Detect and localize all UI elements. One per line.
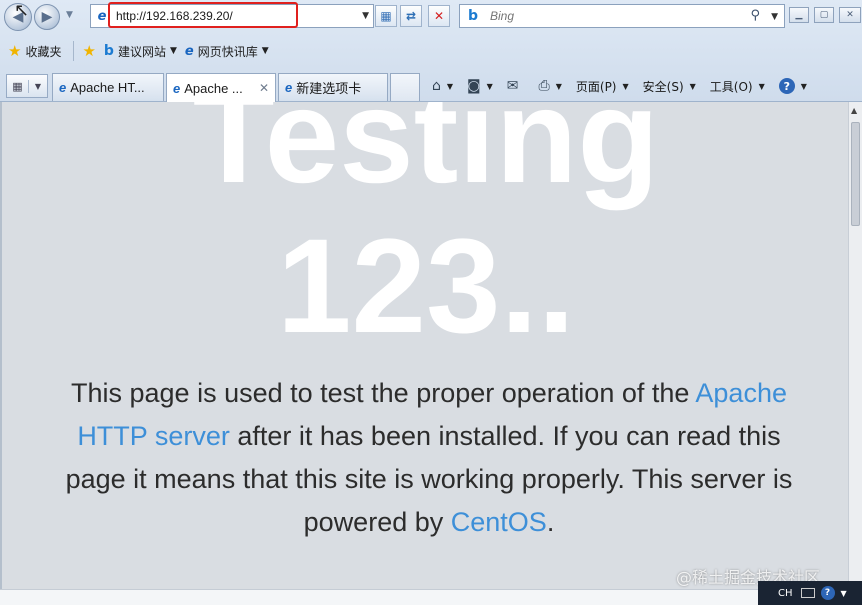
tab-label: 新建选项卡	[296, 81, 362, 96]
safety-menu[interactable]: 安全(S) ▼	[643, 78, 696, 95]
chevron-down-icon: ▼	[169, 46, 177, 56]
mail-icon: ✉	[506, 78, 519, 94]
paragraph-text-1: This page is used to test the proper ope…	[71, 378, 690, 408]
page-menu-label: 页面(P)	[575, 79, 617, 94]
tab-label: Apache ...	[184, 80, 243, 96]
tab-apache-2-active[interactable]: e Apache ... ✕	[166, 73, 276, 102]
favorites-item-suggested-sites[interactable]: b 建议网站 ▼	[104, 40, 177, 62]
mail-button[interactable]: ✉	[507, 78, 525, 94]
chevron-down-icon: ▼	[555, 81, 562, 91]
refresh-button[interactable]: ⇄	[400, 5, 422, 27]
page-heading-line2: 123..	[276, 212, 576, 361]
tools-menu-label: 工具(O)	[709, 79, 753, 94]
add-favorite-icon[interactable]: ★	[82, 42, 95, 60]
favorites-bar: ★ 收藏夹 ★ b 建议网站 ▼ e 网页快讯库 ▼	[0, 36, 862, 66]
tab-label: Apache HT...	[70, 80, 145, 95]
quick-tabs-button[interactable]: ▦ ▼	[6, 74, 48, 98]
favorites-item-label: 网页快讯库	[197, 44, 258, 59]
address-url[interactable]: http://192.168.239.20/	[116, 9, 233, 23]
vertical-scrollbar[interactable]: ▲	[848, 102, 862, 589]
search-input[interactable]	[490, 9, 730, 23]
ie-page-icon: e	[173, 80, 181, 96]
close-window-button[interactable]: ✕	[839, 7, 861, 23]
tray-chevron-down-icon[interactable]: ▼	[841, 589, 847, 598]
ie-page-icon: e	[184, 43, 194, 59]
status-bar	[0, 589, 862, 605]
keyboard-icon[interactable]	[800, 588, 815, 598]
bing-icon: b	[468, 8, 479, 24]
forward-arrow-icon: ▶	[41, 9, 53, 25]
tab-new-tab[interactable]: e 新建选项卡	[278, 73, 388, 101]
stop-button[interactable]: ✕	[428, 5, 450, 27]
help-menu[interactable]: ? ▼	[778, 78, 807, 94]
paragraph-period: .	[546, 507, 555, 537]
chevron-down-icon: ▼	[622, 81, 629, 91]
home-button[interactable]: ⌂ ▼	[432, 78, 453, 94]
chevron-down-icon: ▼	[800, 81, 807, 91]
ie-page-icon: e	[59, 80, 67, 95]
favorites-divider	[73, 41, 75, 61]
history-dropdown-icon[interactable]: ▼	[66, 10, 73, 20]
chevron-down-icon: ▼	[689, 81, 696, 91]
page-paragraph: This page is used to test the proper ope…	[60, 372, 798, 544]
page-heading-line1: Testing	[192, 102, 660, 211]
print-icon: ⎙	[538, 78, 550, 94]
quick-tabs-grid-icon: ▦	[7, 79, 29, 93]
feeds-button[interactable]: ◙ ▼	[467, 78, 493, 94]
minimize-button[interactable]: ▁	[789, 7, 809, 23]
tools-menu[interactable]: 工具(O) ▼	[710, 78, 765, 95]
tab-list-dropdown-icon[interactable]: ▼	[29, 82, 47, 91]
tab-apache-1[interactable]: e Apache HT...	[52, 73, 164, 101]
favorites-item-label: 建议网站	[117, 44, 166, 59]
ie-page-icon: e	[285, 80, 293, 95]
language-indicator[interactable]: CH	[778, 588, 793, 599]
safety-menu-label: 安全(S)	[642, 79, 684, 94]
scrollbar-thumb[interactable]	[851, 122, 860, 226]
chevron-down-icon: ▼	[486, 81, 493, 91]
compatibility-view-button[interactable]: ▦	[375, 5, 397, 27]
close-tab-icon[interactable]: ✕	[259, 81, 269, 95]
home-icon: ⌂	[432, 78, 441, 94]
help-icon: ?	[778, 78, 795, 94]
print-button[interactable]: ⎙ ▼	[539, 78, 562, 94]
browser-chrome: ◀ ▶ ▼ e http://192.168.239.20/ ▼ ▦ ⇄ ✕ b…	[0, 0, 862, 102]
refresh-icon: ⇄	[405, 9, 417, 23]
page-menu[interactable]: 页面(P) ▼	[576, 78, 629, 95]
ie-page-icon: e	[97, 8, 107, 24]
stop-icon: ✕	[433, 9, 445, 23]
search-icon[interactable]: ⚲	[750, 8, 760, 23]
navigation-bar: ◀ ▶ ▼ e http://192.168.239.20/ ▼ ▦ ⇄ ✕ b…	[0, 0, 862, 34]
page-content: Testing 123.. This page is used to test …	[0, 102, 848, 589]
rss-feed-icon: ◙	[467, 78, 481, 94]
tab-row: ▦ ▼ e Apache HT... e Apache ... ✕ e 新建选项…	[0, 70, 862, 102]
system-tray: CH ? ▼	[758, 581, 862, 605]
tray-help-icon[interactable]: ?	[820, 586, 835, 600]
centos-link[interactable]: CentOS	[451, 507, 547, 537]
favorites-item-web-slice-gallery[interactable]: e 网页快讯库 ▼	[185, 40, 269, 62]
chevron-down-icon: ▼	[758, 81, 765, 91]
scroll-up-icon[interactable]: ▲	[851, 106, 857, 115]
forward-button[interactable]: ▶	[34, 4, 60, 30]
address-bar[interactable]: e http://192.168.239.20/ ▼	[90, 4, 374, 28]
mouse-cursor-icon: ↖	[14, 0, 30, 21]
favorites-button[interactable]: ★ 收藏夹	[8, 40, 61, 62]
compat-icon: ▦	[380, 9, 392, 23]
new-tab-button[interactable]	[390, 73, 420, 101]
chevron-down-icon: ▼	[446, 81, 454, 91]
favorites-label: 收藏夹	[25, 44, 62, 59]
favorites-star-icon: ★	[8, 42, 22, 60]
chevron-down-icon: ▼	[261, 46, 269, 56]
bing-icon: b	[103, 43, 114, 59]
search-box[interactable]: b ⚲ ▼	[459, 4, 785, 28]
command-bar: ⌂ ▼ ◙ ▼ ✉ ⎙ ▼ 页面(P) ▼ 安全(S) ▼ 工具(O) ▼ ? ▼	[432, 74, 821, 98]
search-dropdown-icon[interactable]: ▼	[771, 12, 778, 22]
address-dropdown-icon[interactable]: ▼	[362, 11, 369, 21]
maximize-button[interactable]: ▢	[814, 7, 834, 23]
